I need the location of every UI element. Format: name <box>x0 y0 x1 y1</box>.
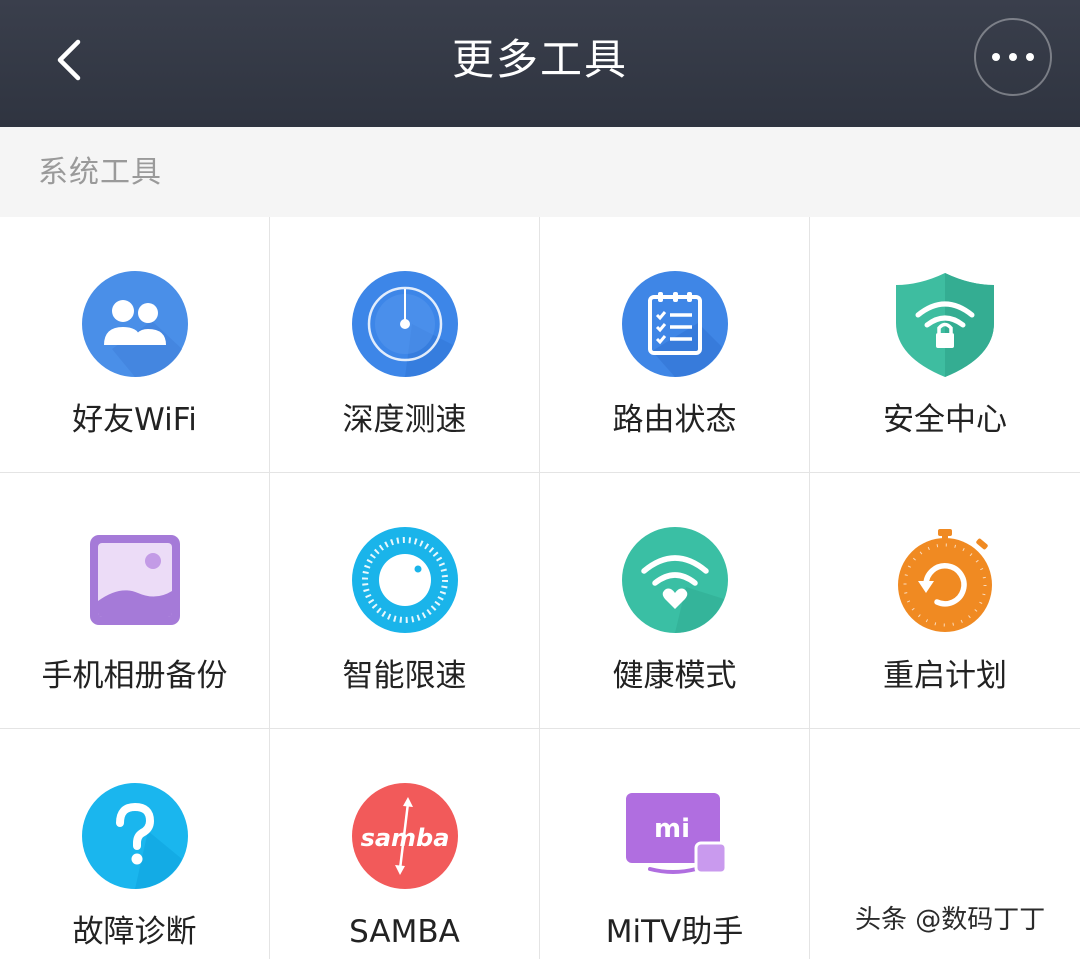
friends-icon <box>82 271 188 377</box>
tool-security-center[interactable]: 安全中心 <box>810 217 1080 473</box>
tool-label: 深度测速 <box>342 402 467 438</box>
tool-restart-schedule[interactable]: 重启计划 <box>810 473 1080 729</box>
svg-text:mi: mi <box>654 814 690 844</box>
tool-label: SAMBA <box>349 914 460 950</box>
restart-timer-icon <box>898 529 992 632</box>
page-title: 更多工具 <box>451 35 628 84</box>
navigation-bar: 更多工具 <box>0 0 1080 127</box>
question-icon <box>82 783 188 889</box>
tool-label: 好友WiFi <box>72 402 197 438</box>
tool-label: 智能限速 <box>342 658 467 694</box>
samba-icon: samba <box>352 783 458 889</box>
tool-photo-backup[interactable]: 手机相册备份 <box>0 473 270 729</box>
tool-deep-speed-test[interactable]: 深度测速 <box>270 217 540 473</box>
tool-label: 健康模式 <box>612 658 737 694</box>
tool-smart-speed-limit[interactable]: 智能限速 <box>270 473 540 729</box>
radar-icon <box>352 271 458 377</box>
tool-router-status[interactable]: 路由状态 <box>540 217 810 473</box>
speed-dial-icon <box>352 527 458 633</box>
clipboard-checklist-icon <box>622 271 728 377</box>
section-title: 系统工具 <box>38 155 162 190</box>
tool-label: MiTV助手 <box>605 914 744 950</box>
photo-album-icon <box>90 535 180 625</box>
chevron-left-icon <box>57 39 81 81</box>
tool-label: 手机相册备份 <box>41 658 228 694</box>
tools-grid: 好友WiFi 深度测速 路由状态 安全中心 手机相册备份 智能限速 健康模式 重… <box>0 217 1080 959</box>
more-options-button[interactable] <box>974 18 1052 96</box>
tool-fault-diagnosis[interactable]: 故障诊断 <box>0 729 270 959</box>
tool-label: 安全中心 <box>883 402 1007 438</box>
tool-samba[interactable]: samba SAMBA <box>270 729 540 959</box>
back-button[interactable] <box>44 30 94 90</box>
tool-label: 路由状态 <box>612 402 737 438</box>
watermark-text: 头条 @数码丁丁 <box>855 905 1046 935</box>
mitv-icon: mi <box>626 793 728 875</box>
tool-mitv-assistant[interactable]: mi MiTV助手 <box>540 729 810 959</box>
tool-label: 故障诊断 <box>72 914 197 950</box>
wifi-heart-icon <box>622 527 728 633</box>
tool-friend-wifi[interactable]: 好友WiFi <box>0 217 270 473</box>
more-dots-icon <box>992 53 1034 61</box>
wifi-shield-lock-icon <box>896 273 994 377</box>
section-header: 系统工具 <box>0 127 1080 217</box>
tool-label: 重启计划 <box>883 658 1007 694</box>
tool-health-mode[interactable]: 健康模式 <box>540 473 810 729</box>
